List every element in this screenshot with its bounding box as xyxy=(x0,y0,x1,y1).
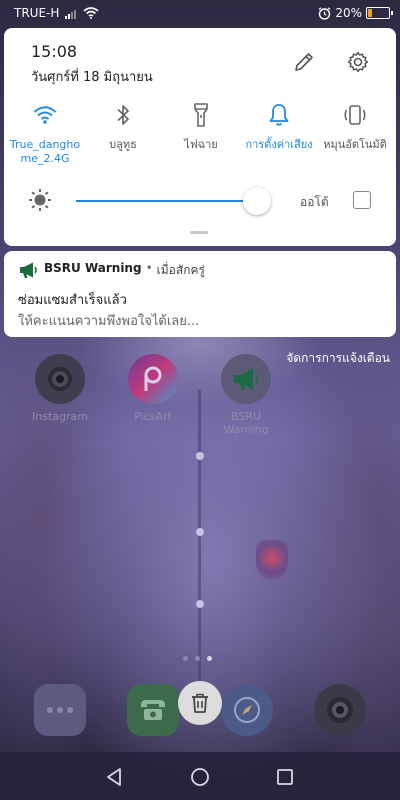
tile-sound[interactable]: การตั้งค่าเสียง xyxy=(240,100,318,152)
picsart-icon xyxy=(128,354,178,404)
wallpaper-detail xyxy=(196,600,204,608)
clear-notifications-button[interactable] xyxy=(178,681,222,725)
brightness-row: ออโต้ xyxy=(4,186,396,216)
notification-header: BSRU Warning • เมื่อสักครู่ xyxy=(44,261,205,280)
tile-wifi-label: True_danghome_2.4G xyxy=(9,138,81,165)
tile-flashlight[interactable]: ไฟฉาย xyxy=(162,100,240,152)
camera-icon[interactable] xyxy=(314,684,366,736)
brightness-slider-thumb[interactable] xyxy=(243,187,271,215)
recents-button[interactable] xyxy=(274,766,296,788)
bell-icon xyxy=(269,104,289,126)
bluetooth-icon xyxy=(117,105,129,125)
clock-time[interactable]: 15:08 xyxy=(31,42,77,61)
wifi-icon xyxy=(33,106,57,124)
camera-lens-icon xyxy=(35,354,85,404)
app-bsru-warning-label: BSRU Warning xyxy=(223,410,269,436)
tile-flashlight-label: ไฟฉาย xyxy=(184,138,218,151)
rotate-icon xyxy=(344,105,366,125)
wallpaper-detail xyxy=(198,390,201,690)
app-instagram[interactable]: Instagram xyxy=(25,354,95,423)
settings-button[interactable] xyxy=(346,50,370,74)
app-instagram-label: Instagram xyxy=(32,410,88,423)
gear-icon xyxy=(347,51,369,73)
pencil-icon xyxy=(295,53,313,71)
compass-icon[interactable] xyxy=(221,684,273,736)
home-button[interactable] xyxy=(189,766,211,788)
notification-title: ซ่อมแซมสำเร็จแล้ว xyxy=(18,293,127,308)
drag-handle[interactable] xyxy=(190,231,208,234)
notification-time: เมื่อสักครู่ xyxy=(156,263,205,277)
wifi-icon xyxy=(83,7,99,19)
battery-percent: 20% xyxy=(335,6,362,20)
tile-auto-rotate-label: หมุนอัตโนมัติ xyxy=(323,138,387,151)
page-dot xyxy=(195,656,200,661)
signal-icon xyxy=(65,9,77,19)
battery-icon xyxy=(366,7,393,19)
trash-icon xyxy=(192,693,208,713)
tile-auto-rotate[interactable]: หมุนอัตโนมัติ xyxy=(316,100,394,152)
quick-tiles: True_danghome_2.4G บลูทูธ ไฟฉาย การตั้งค… xyxy=(4,100,396,180)
alarm-icon xyxy=(318,6,331,20)
notification-text: ให้คะแนนความพึงพอใจได้เลย... xyxy=(18,314,200,329)
phone-icon[interactable] xyxy=(127,684,179,736)
app-picsart-label: PicsArt xyxy=(134,410,172,423)
navigation-bar xyxy=(0,752,400,800)
wallpaper-detail xyxy=(196,528,204,536)
page-indicator xyxy=(183,656,212,661)
manage-notifications-link[interactable]: จัดการการแจ้งเตือน xyxy=(286,349,390,368)
wallpaper-detail xyxy=(196,452,204,460)
flashlight-icon xyxy=(194,103,208,127)
auto-brightness-label: ออโต้ xyxy=(300,195,329,209)
clock-date[interactable]: วันศุกร์ที่ 18 มิถุนายน xyxy=(31,66,153,87)
app-bsru-warning[interactable]: BSRU Warning xyxy=(211,354,281,436)
app-picsart[interactable]: PicsArt xyxy=(118,354,188,423)
battery-level-fill xyxy=(368,9,372,17)
home-icon xyxy=(191,768,209,786)
notification-separator: • xyxy=(145,261,153,275)
back-button[interactable] xyxy=(103,766,125,788)
tile-wifi[interactable]: True_danghome_2.4G xyxy=(6,100,84,166)
more-apps-icon[interactable] xyxy=(34,684,86,736)
back-icon xyxy=(107,768,121,786)
notification-card[interactable]: BSRU Warning • เมื่อสักครู่ ซ่อมแซมสำเร็… xyxy=(4,251,396,337)
edit-button[interactable] xyxy=(292,50,316,74)
brightness-slider-track[interactable] xyxy=(76,200,257,202)
recents-icon xyxy=(277,769,293,785)
auto-brightness-checkbox[interactable] xyxy=(353,191,371,209)
tile-sound-label: การตั้งค่าเสียง xyxy=(245,138,313,151)
quick-settings-panel: 15:08 วันศุกร์ที่ 18 มิถุนายน True_dangh… xyxy=(4,28,396,246)
brightness-icon xyxy=(29,189,51,211)
tile-bluetooth-label: บลูทูธ xyxy=(109,138,137,151)
megaphone-icon xyxy=(20,262,37,278)
page-dot xyxy=(183,656,188,661)
status-bar: TRUE-H 20% xyxy=(0,0,400,26)
tile-bluetooth[interactable]: บลูทูธ xyxy=(84,100,162,152)
page-dot-active xyxy=(207,656,212,661)
carrier-label: TRUE-H xyxy=(14,6,60,20)
notification-app-name: BSRU Warning xyxy=(44,261,142,275)
wallpaper-emblem xyxy=(256,540,288,580)
megaphone-icon xyxy=(221,354,271,404)
